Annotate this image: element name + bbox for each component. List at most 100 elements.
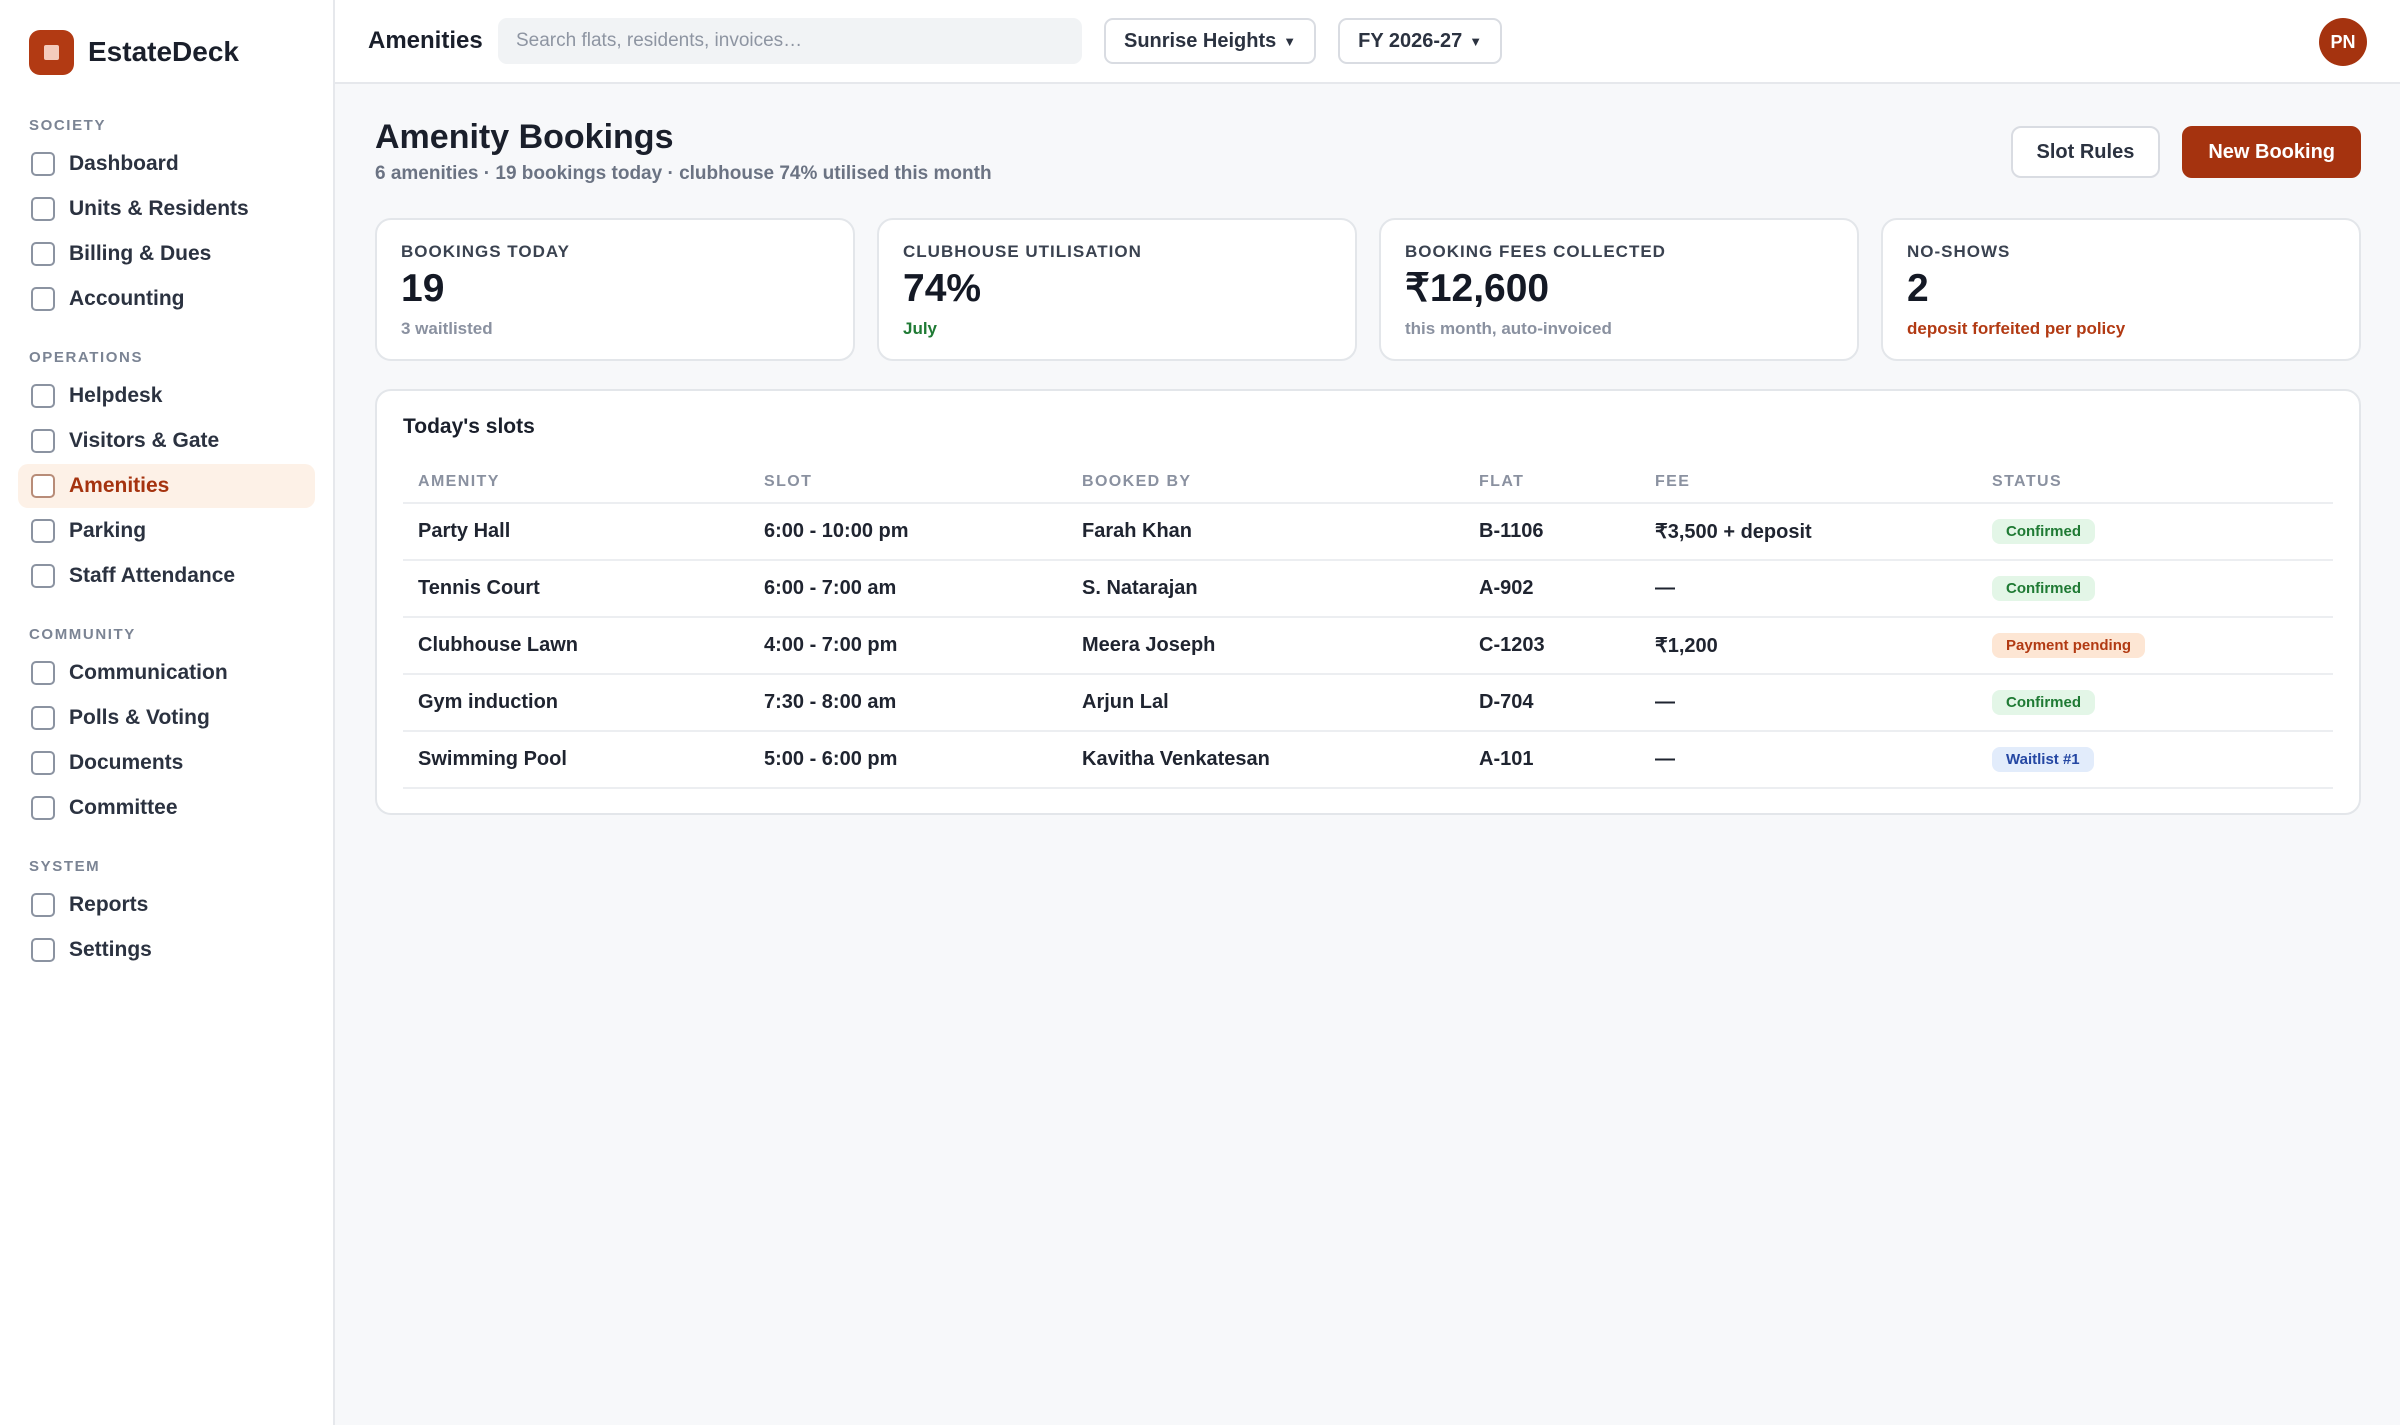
stat-note: July (903, 318, 938, 338)
status-badge: Confirmed (1992, 576, 2095, 601)
sidebar-item-label: Communication (69, 661, 228, 684)
table-row[interactable]: Swimming Pool 5:00 - 6:00 pm Kavitha Venka… (403, 731, 2333, 789)
brand-name: EstateDeck (88, 36, 239, 67)
sidebar-item-label: Parking (69, 519, 147, 542)
stat-card-bookings-today: BOOKINGS TODAY 19 3 waitlisted (375, 218, 855, 361)
column-header-status: STATUS (1977, 461, 2333, 504)
sidebar-item-label: Helpdesk (69, 384, 163, 407)
sidebar-nav: SOCIETY Dashboard Units & Residents Billing… (18, 104, 315, 972)
sidebar-item-committee[interactable]: Committee (18, 786, 315, 830)
sidebar-item-communication[interactable]: Communication (18, 651, 315, 695)
stats-row: BOOKINGS TODAY 19 3 waitlisted CLUBHOUSE UT… (375, 218, 2361, 361)
sidebar-item-helpdesk[interactable]: Helpdesk (18, 374, 315, 418)
page-header: Amenity Bookings 6 amenities · 19 bookin… (375, 116, 2361, 218)
estatedeck-logo-icon (29, 29, 74, 75)
square-icon (31, 564, 55, 588)
column-header-slot: SLOT (749, 461, 1067, 504)
sidebar-item-label: Settings (69, 938, 152, 961)
page-actions: Slot Rules New Booking (2010, 126, 2361, 178)
square-icon (31, 474, 55, 498)
cell-booked-by: Farah Khan (1067, 503, 1464, 561)
stat-value: ₹12,600 (1405, 267, 1550, 310)
slot-rules-button[interactable]: Slot Rules (2010, 126, 2161, 178)
sidebar-item-label: Reports (69, 893, 149, 916)
chevron-down-icon: ▼ (1283, 33, 1297, 49)
cell-fee: ₹1,200 (1640, 617, 1977, 675)
sidebar-item-accounting[interactable]: Accounting (18, 277, 315, 321)
chevron-down-icon: ▼ (1469, 33, 1483, 49)
sidebar-item-parking[interactable]: Parking (18, 509, 315, 553)
stat-note: deposit forfeited per policy (1907, 318, 2126, 338)
square-icon (31, 706, 55, 730)
cell-amenity: Party Hall (403, 503, 749, 561)
table-header-row: AMENITY SLOT BOOKED BY FLAT FEE STATUS (403, 461, 2333, 504)
sidebar-item-dashboard[interactable]: Dashboard (18, 142, 315, 186)
panel-title: Today's slots (403, 415, 535, 438)
column-header-amenity: AMENITY (403, 461, 749, 504)
stat-card-clubhouse-utilisation: CLUBHOUSE UTILISATION 74% July (877, 218, 1357, 361)
cell-status: Confirmed (1977, 674, 2333, 732)
square-icon (31, 384, 55, 408)
sidebar-item-billing-dues[interactable]: Billing & Dues (18, 232, 315, 276)
square-icon (31, 938, 55, 962)
cell-status: Confirmed (1977, 503, 2333, 561)
table-row[interactable]: Party Hall 6:00 - 10:00 pm Farah Khan B-110… (403, 503, 2333, 561)
stat-label: BOOKINGS TODAY (401, 242, 570, 261)
cell-fee: — (1640, 674, 1977, 732)
sidebar-item-settings[interactable]: Settings (18, 928, 315, 972)
cell-amenity: Tennis Court (403, 560, 749, 618)
page-title: Amenity Bookings (375, 118, 674, 156)
status-badge: Confirmed (1992, 690, 2095, 715)
new-booking-button[interactable]: New Booking (2182, 126, 2361, 178)
sidebar-item-staff-attendance[interactable]: Staff Attendance (18, 554, 315, 598)
column-header-flat: FLAT (1464, 461, 1640, 504)
cell-status: Confirmed (1977, 560, 2333, 618)
society-dropdown-label: Sunrise Heights (1124, 29, 1277, 52)
sidebar-section-operations: OPERATIONS (29, 349, 144, 366)
sidebar-section-system: SYSTEM (29, 858, 101, 875)
sidebar-item-label: Polls & Voting (69, 706, 210, 729)
table-body: Party Hall 6:00 - 10:00 pm Farah Khan B-110… (403, 503, 2333, 789)
sidebar-item-polls-voting[interactable]: Polls & Voting (18, 696, 315, 740)
cell-flat: A-902 (1464, 560, 1640, 618)
table-row[interactable]: Tennis Court 6:00 - 7:00 am S. Natarajan A-… (403, 560, 2333, 618)
cell-slot: 6:00 - 10:00 pm (749, 503, 1067, 561)
brand[interactable]: EstateDeck (18, 28, 315, 76)
society-dropdown[interactable]: Sunrise Heights ▼ (1104, 18, 1317, 64)
table-row[interactable]: Gym induction 7:30 - 8:00 am Arjun Lal D-70… (403, 674, 2333, 732)
square-icon (31, 893, 55, 917)
fiscal-year-dropdown[interactable]: FY 2026-27 ▼ (1338, 18, 1503, 64)
table-row[interactable]: Clubhouse Lawn 4:00 - 7:00 pm Meera Joseph… (403, 617, 2333, 675)
cell-fee: — (1640, 731, 1977, 789)
column-header-booked-by: BOOKED BY (1067, 461, 1464, 504)
sidebar-item-amenities[interactable]: Amenities (18, 464, 315, 508)
stat-value: 2 (1907, 267, 1929, 310)
search-input[interactable] (498, 18, 1082, 64)
fiscal-year-dropdown-label: FY 2026-27 (1358, 29, 1463, 52)
stat-label: BOOKING FEES COLLECTED (1405, 242, 1666, 261)
topbar: Amenities Sunrise Heights ▼ FY 2026-27 ▼… (335, 0, 2400, 84)
square-icon (31, 429, 55, 453)
cell-amenity: Gym induction (403, 674, 749, 732)
cell-flat: B-1106 (1464, 503, 1640, 561)
cell-status: Waitlist #1 (1977, 731, 2333, 789)
sidebar-item-documents[interactable]: Documents (18, 741, 315, 785)
square-icon (31, 152, 55, 176)
sidebar-item-label: Visitors & Gate (69, 429, 220, 452)
cell-slot: 5:00 - 6:00 pm (749, 731, 1067, 789)
sidebar-item-label: Amenities (69, 474, 170, 497)
cell-slot: 6:00 - 7:00 am (749, 560, 1067, 618)
app-root: EstateDeck SOCIETY Dashboard Units & Resid… (0, 0, 2400, 1425)
sidebar-section-society: SOCIETY (29, 117, 107, 134)
sidebar-item-units-residents[interactable]: Units & Residents (18, 187, 315, 231)
sidebar-item-label: Units & Residents (69, 197, 249, 220)
sidebar-section-community: COMMUNITY (29, 626, 136, 643)
sidebar-item-visitors-gate[interactable]: Visitors & Gate (18, 419, 315, 463)
sidebar-item-label: Committee (69, 796, 178, 819)
stat-label: CLUBHOUSE UTILISATION (903, 242, 1142, 261)
avatar[interactable]: PN (2319, 18, 2367, 66)
sidebar-item-reports[interactable]: Reports (18, 883, 315, 927)
square-icon (31, 242, 55, 266)
cell-status: Payment pending (1977, 617, 2333, 675)
square-icon (31, 519, 55, 543)
